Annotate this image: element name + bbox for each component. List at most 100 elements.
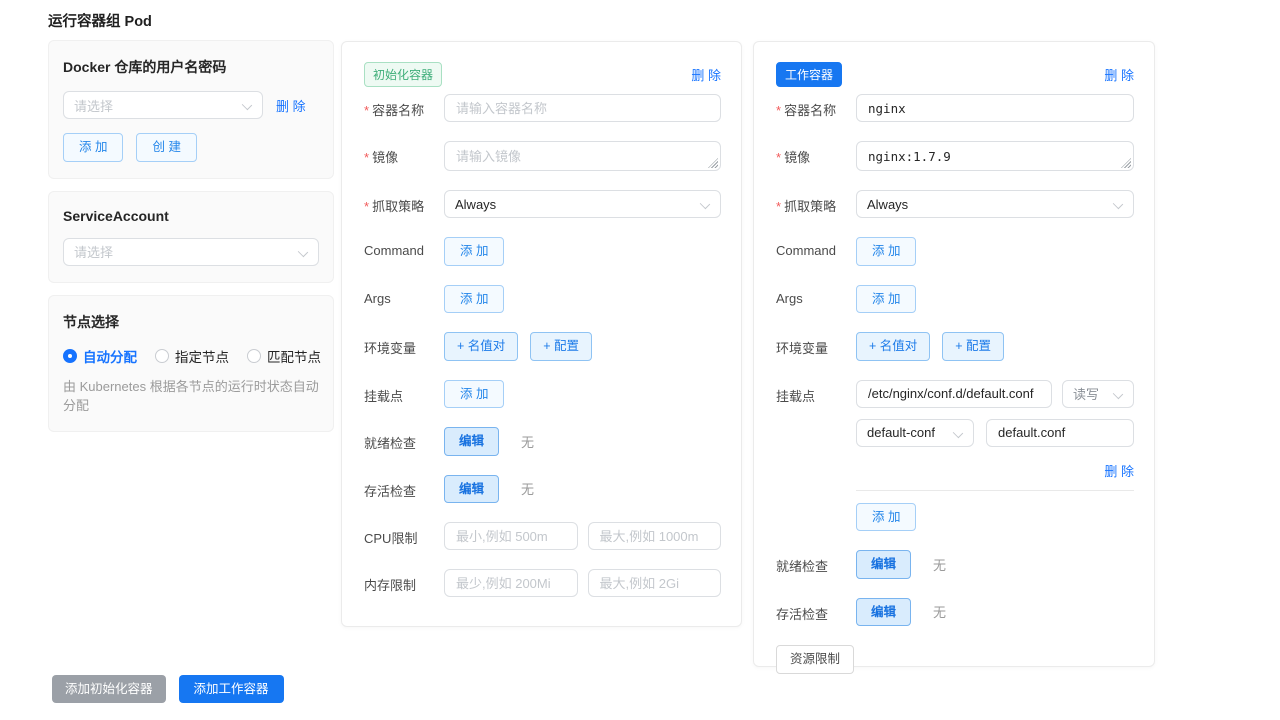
work-container-badge: 工作容器 xyxy=(776,62,842,87)
field-label-pull-policy: *抓取策略 xyxy=(364,190,444,218)
field-label-container-name: *容器名称 xyxy=(776,94,856,122)
work-container-card: 工作容器 删 除 *容器名称 *镜像 *抓取策略 Always xyxy=(753,41,1155,667)
memory-min-input[interactable] xyxy=(444,569,578,597)
docker-secret-panel: Docker 仓库的用户名密码 请选择 删 除 添 加 创 建 xyxy=(48,40,334,179)
liveness-none-text: 无 xyxy=(521,479,534,498)
pod-settings-sidebar: Docker 仓库的用户名密码 请选择 删 除 添 加 创 建 ServiceA… xyxy=(48,40,334,432)
chevron-down-icon xyxy=(298,247,308,257)
service-account-title: ServiceAccount xyxy=(63,208,319,224)
add-init-container-button[interactable]: 添加初始化容器 xyxy=(52,675,166,703)
node-select-panel: 节点选择 自动分配 指定节点 匹配节点 由 Kubernetes 根据各节点的运… xyxy=(48,295,334,432)
radio-specify-node-label: 指定节点 xyxy=(175,346,229,366)
field-label-container-name: *容器名称 xyxy=(364,94,444,122)
required-mark: * xyxy=(364,150,369,165)
required-mark: * xyxy=(776,150,781,165)
init-container-delete-link[interactable]: 删 除 xyxy=(691,65,721,84)
radio-selected-icon xyxy=(63,349,77,363)
add-work-container-button[interactable]: 添加工作容器 xyxy=(179,675,284,703)
liveness-none-text: 无 xyxy=(933,602,946,621)
field-label-args: Args xyxy=(364,285,444,314)
docker-secret-create-button[interactable]: 创 建 xyxy=(136,133,196,162)
init-container-card: 初始化容器 删 除 *容器名称 *镜像 *抓取策略 Always xyxy=(341,41,742,627)
field-label-env-vars: 环境变量 xyxy=(364,332,444,361)
docker-secret-title: Docker 仓库的用户名密码 xyxy=(63,57,319,77)
radio-match-node-label: 匹配节点 xyxy=(267,346,321,366)
page-title: 运行容器组 Pod xyxy=(48,10,152,31)
env-add-config-button[interactable]: + 配置 xyxy=(530,332,592,361)
mount-subpath-input[interactable] xyxy=(986,419,1134,447)
required-mark: * xyxy=(364,103,369,118)
liveness-edit-button[interactable]: 编辑 xyxy=(444,475,499,504)
service-account-select-placeholder: 请选择 xyxy=(74,242,113,261)
chevron-down-icon xyxy=(242,100,252,110)
resource-limit-button[interactable]: 资源限制 xyxy=(776,645,854,674)
radio-match-node[interactable]: 匹配节点 xyxy=(247,346,321,366)
pull-policy-select[interactable]: Always xyxy=(444,190,721,218)
work-container-delete-link[interactable]: 删 除 xyxy=(1104,65,1134,84)
field-label-liveness-probe: 存活检查 xyxy=(776,598,856,627)
mount-add-button[interactable]: 添 加 xyxy=(444,380,504,409)
field-label-image: *镜像 xyxy=(776,141,856,171)
pull-policy-value: Always xyxy=(867,197,908,212)
args-add-button[interactable]: 添 加 xyxy=(856,285,916,314)
mount-mode-value: 读写 xyxy=(1073,384,1099,403)
required-mark: * xyxy=(776,199,781,214)
pull-policy-value: Always xyxy=(455,197,496,212)
memory-max-input[interactable] xyxy=(588,569,722,597)
node-select-radio-group: 自动分配 指定节点 匹配节点 xyxy=(63,346,319,366)
chevron-down-icon xyxy=(953,428,963,438)
radio-auto-assign-label: 自动分配 xyxy=(83,346,137,366)
image-input[interactable] xyxy=(444,141,721,171)
docker-secret-select-placeholder: 请选择 xyxy=(74,96,113,115)
field-label-mount-point: 挂载点 xyxy=(364,380,444,409)
cpu-max-input[interactable] xyxy=(588,522,722,550)
env-add-keyvalue-button[interactable]: + 名值对 xyxy=(856,332,930,361)
env-add-config-button[interactable]: + 配置 xyxy=(942,332,1004,361)
chevron-down-icon xyxy=(1113,389,1123,399)
chevron-down-icon xyxy=(700,199,710,209)
liveness-edit-button[interactable]: 编辑 xyxy=(856,598,911,627)
readiness-edit-button[interactable]: 编辑 xyxy=(856,550,911,579)
field-label-cpu-limit: CPU限制 xyxy=(364,522,444,550)
field-label-command: Command xyxy=(776,237,856,266)
container-name-input[interactable] xyxy=(444,94,721,122)
mount-path-input[interactable] xyxy=(856,380,1052,408)
image-input[interactable] xyxy=(856,141,1134,171)
env-add-keyvalue-button[interactable]: + 名值对 xyxy=(444,332,518,361)
field-label-env-vars: 环境变量 xyxy=(776,332,856,361)
radio-auto-assign[interactable]: 自动分配 xyxy=(63,346,137,366)
field-label-readiness-probe: 就绪检查 xyxy=(364,427,444,456)
docker-secret-select[interactable]: 请选择 xyxy=(63,91,263,119)
mount-volume-select[interactable]: default-conf xyxy=(856,419,974,447)
mount-volume-value: default-conf xyxy=(867,425,935,440)
cpu-min-input[interactable] xyxy=(444,522,578,550)
radio-icon xyxy=(247,349,261,363)
field-label-mount-point: 挂载点 xyxy=(776,380,856,532)
args-add-button[interactable]: 添 加 xyxy=(444,285,504,314)
field-label-args: Args xyxy=(776,285,856,314)
pull-policy-select[interactable]: Always xyxy=(856,190,1134,218)
init-container-badge: 初始化容器 xyxy=(364,62,442,87)
command-add-button[interactable]: 添 加 xyxy=(444,237,504,266)
node-select-description: 由 Kubernetes 根据各节点的运行时状态自动分配 xyxy=(63,377,319,415)
mount-mode-select[interactable]: 读写 xyxy=(1062,380,1134,408)
mount-divider xyxy=(856,490,1134,491)
field-label-liveness-probe: 存活检查 xyxy=(364,475,444,504)
mount-add-button[interactable]: 添 加 xyxy=(856,503,916,532)
required-mark: * xyxy=(776,103,781,118)
pod-config-page: 运行容器组 Pod Docker 仓库的用户名密码 请选择 删 除 添 加 创 … xyxy=(0,0,1280,720)
command-add-button[interactable]: 添 加 xyxy=(856,237,916,266)
service-account-panel: ServiceAccount 请选择 xyxy=(48,191,334,283)
mount-delete-link[interactable]: 删 除 xyxy=(1104,464,1134,479)
radio-specify-node[interactable]: 指定节点 xyxy=(155,346,229,366)
required-mark: * xyxy=(364,199,369,214)
container-name-input[interactable] xyxy=(856,94,1134,122)
service-account-select[interactable]: 请选择 xyxy=(63,238,319,266)
field-label-pull-policy: *抓取策略 xyxy=(776,190,856,218)
readiness-edit-button[interactable]: 编辑 xyxy=(444,427,499,456)
docker-secret-delete-link[interactable]: 删 除 xyxy=(276,96,306,115)
chevron-down-icon xyxy=(1113,199,1123,209)
footer-actions: 添加初始化容器 添加工作容器 xyxy=(52,675,284,703)
docker-secret-add-button[interactable]: 添 加 xyxy=(63,133,123,162)
field-label-command: Command xyxy=(364,237,444,266)
